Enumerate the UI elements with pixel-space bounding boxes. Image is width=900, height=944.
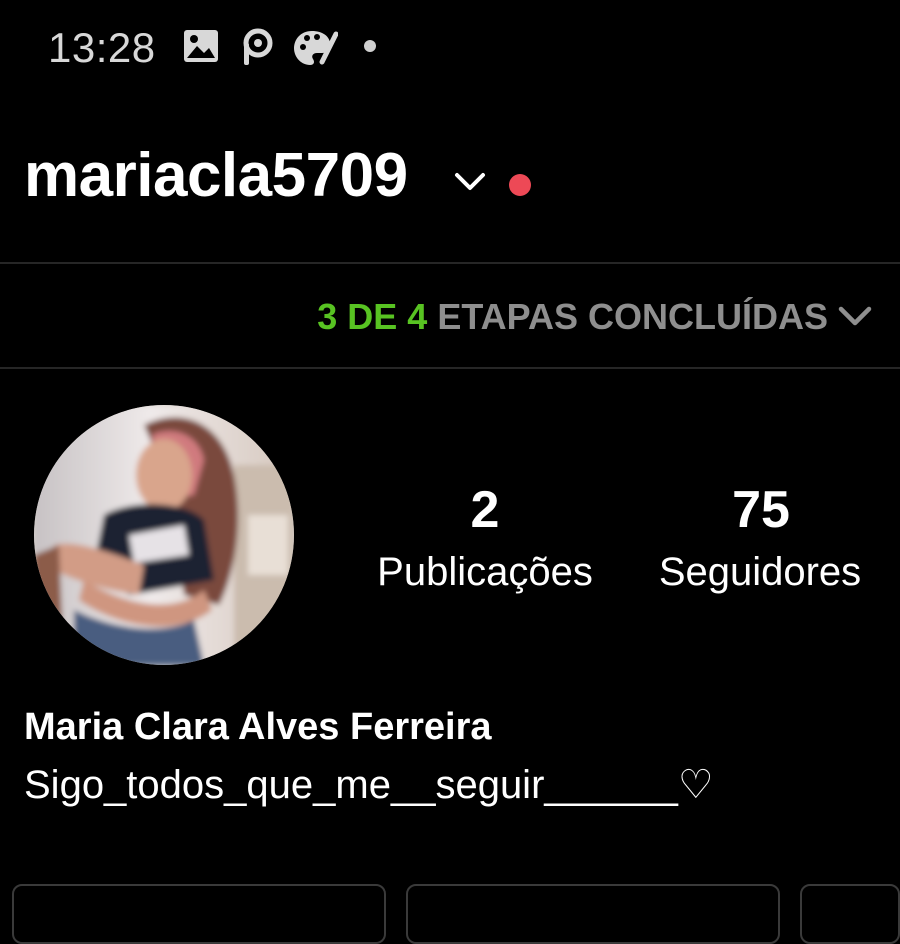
edit-profile-button[interactable]: [12, 884, 386, 944]
full-name: Maria Clara Alves Ferreira: [24, 706, 492, 748]
followers-label[interactable]: Seguidores: [630, 550, 890, 595]
followers-count[interactable]: 75: [641, 480, 881, 540]
status-time: 13:28: [48, 24, 156, 71]
posts-label[interactable]: Publicações: [355, 550, 615, 595]
posts-count[interactable]: 2: [365, 480, 605, 540]
chevron-down-icon[interactable]: [452, 170, 488, 199]
palette-icon: [292, 28, 339, 73]
more-dot-icon: [364, 40, 376, 52]
divider: [0, 262, 900, 264]
steps-progress[interactable]: 3 DE 4 ETAPAS CONCLUÍDAS: [317, 296, 828, 338]
notification-dot: [509, 174, 531, 196]
profile-photo: [34, 405, 294, 665]
gallery-icon: [182, 28, 220, 69]
picsart-icon: [240, 28, 276, 73]
promotions-button[interactable]: [406, 884, 780, 944]
bio-text: Sigo_todos_que_me__seguir______♡: [24, 763, 714, 807]
username[interactable]: mariacla5709: [24, 140, 408, 211]
status-bar: 13:28: [0, 0, 900, 95]
divider: [0, 367, 900, 369]
chevron-down-icon[interactable]: [836, 303, 874, 334]
avatar[interactable]: [34, 405, 294, 665]
steps-label: ETAPAS CONCLUÍDAS: [427, 296, 828, 337]
steps-done-count: 3 DE 4: [317, 296, 428, 337]
more-options-button[interactable]: [800, 884, 900, 944]
